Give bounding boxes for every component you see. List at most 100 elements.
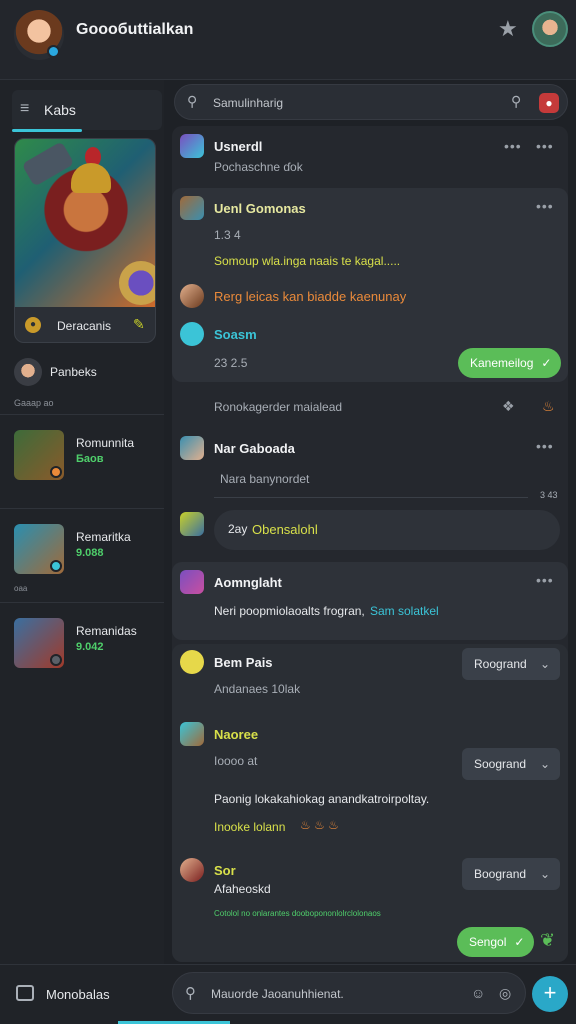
message-avatar [180, 196, 204, 220]
message-text: Obensalohl [252, 522, 318, 537]
message-sender: Aomnglaht [214, 575, 282, 590]
badge-icon [50, 466, 62, 478]
message-text: Afaheoskd [214, 882, 271, 896]
star-icon[interactable]: ★ [498, 16, 518, 42]
message-avatar [180, 570, 204, 594]
leaf-icon[interactable]: ❦ [540, 930, 556, 951]
message[interactable]: Bem Pais [180, 650, 450, 678]
divider [0, 414, 164, 415]
message-avatar [180, 436, 204, 460]
message-avatar [180, 858, 204, 882]
microphone-icon[interactable]: ◎ [499, 985, 511, 1002]
add-button[interactable]: + [532, 976, 568, 1012]
item-thumbnail [14, 524, 64, 574]
more-icon[interactable]: ••• [536, 138, 554, 154]
profile-avatar[interactable] [532, 11, 568, 47]
dropdown-label: Roogrand [474, 657, 527, 671]
badge-icon [50, 654, 62, 666]
search-bar[interactable]: ⚲ Samulinharig ⚲ ● [174, 84, 568, 120]
item-title: Romunnita [76, 436, 135, 450]
item-title: Remaritka [76, 530, 131, 544]
chevron-down-icon: ⌄ [539, 657, 550, 671]
message[interactable]: Uenl Gomonas [180, 196, 560, 224]
sidebar-user[interactable]: Panbeks Gaaap ao [14, 358, 164, 418]
reaction-icon[interactable]: ❖ [502, 398, 516, 415]
message-composer[interactable]: ⚲ Mauorde Jaoanuhhienat. ☺ ◎ [172, 972, 526, 1014]
message-text: Pochaschne ɗok [214, 160, 303, 174]
item-subtitle: 9.042 [76, 641, 104, 653]
message-prefix: 2ay [228, 522, 248, 536]
list-item[interactable]: Remanidas 9.042 [14, 618, 164, 676]
list-item[interactable]: Remaritka 9.088 oaa [14, 524, 164, 593]
search-icon[interactable]: ⚲ [511, 93, 521, 110]
top-bar: Gooобuttialkan ★ [0, 0, 576, 80]
search-icon: ⚲ [187, 93, 198, 109]
more-icon[interactable]: ••• [536, 438, 554, 454]
check-icon: ✓ [541, 356, 552, 370]
coin-icon: ● [25, 317, 41, 333]
system-message: Ronokagerder maialead [214, 400, 343, 414]
reply-field[interactable]: Nara banynordet [214, 464, 528, 498]
helmet-shape [71, 163, 111, 193]
emoji-icon[interactable]: ☺ [471, 985, 485, 1001]
message-avatar [180, 322, 204, 346]
hero-label: Deracanis [57, 319, 112, 333]
sidebar-tab[interactable]: ≡ Kabs [12, 90, 162, 132]
bottom-bar-label[interactable]: Monobalas [46, 987, 110, 1002]
message[interactable]: Rerg leicas kan biadde kaenunay [180, 284, 560, 312]
list-item[interactable]: Romunnita Баов [14, 430, 164, 488]
message-text: Paonig lokakahiokag anandkatroirpoltay. [214, 792, 430, 806]
message-link[interactable]: Sam solatkel [370, 604, 439, 618]
message[interactable]: Soasm [180, 322, 560, 350]
message-text: Neri poopmiolaoalts frogran, [214, 604, 365, 618]
message-sender: Naoree [214, 727, 259, 742]
search-icon: ⚲ [185, 985, 196, 1002]
dropdown-button[interactable]: Soogrand ⌄ [462, 748, 560, 780]
tab-indicator [12, 129, 82, 132]
message[interactable]: Nar Gaboada [180, 436, 560, 464]
sidebar-tab-label: Kabs [44, 102, 76, 118]
chevron-down-icon: ⌄ [539, 867, 550, 881]
dropdown-label: Soogrand [474, 757, 527, 771]
dropdown-button[interactable]: Boogrand ⌄ [462, 858, 560, 890]
more-icon[interactable]: ••• [536, 572, 554, 588]
message-sender: Uenl Gomonas [214, 201, 306, 216]
message[interactable]: Aomnglaht [180, 570, 560, 598]
hero-card[interactable]: ● Deracanis ✎ [14, 138, 156, 343]
more-icon[interactable]: ••• [536, 198, 554, 214]
message-sender: Sor [214, 863, 236, 878]
close-icon[interactable]: ● [539, 93, 559, 113]
fire-icon[interactable]: ♨ [542, 398, 556, 415]
message-text: Inooke lolann [214, 820, 286, 834]
search-placeholder: Samulinharig [213, 96, 284, 110]
accept-button[interactable]: Kanemeilog ✓ [458, 348, 562, 378]
message-text: Rerg leicas kan biadde kaenunay [214, 289, 407, 304]
message-bubble[interactable]: 2ay Obensalohl [214, 510, 560, 550]
message-avatar [180, 722, 204, 746]
send-button[interactable]: Sengol ✓ [457, 927, 535, 957]
message[interactable]: Usnerdl [180, 134, 560, 162]
divider [0, 508, 164, 509]
message-sender: Usnerdl [214, 139, 263, 154]
badge-icon [50, 560, 62, 572]
app-avatar[interactable] [14, 10, 64, 60]
item-subtitle: Баов [76, 453, 104, 465]
item-thumbnail [14, 430, 64, 480]
message-text: Somoup wla.inga naais te kagal..... [214, 254, 401, 268]
online-dot-icon [47, 45, 60, 58]
user-name: Panbeks [50, 365, 97, 379]
divider [0, 602, 164, 603]
camera-icon[interactable] [16, 985, 34, 1001]
message[interactable]: Naoree [180, 722, 450, 750]
message-avatar [180, 134, 204, 158]
dropdown-button[interactable]: Roogrand ⌄ [462, 648, 560, 680]
more-icon[interactable]: ••• [504, 138, 522, 154]
fire-icon: ♨ ♨ ♨ [300, 818, 339, 832]
edit-icon[interactable]: ✎ [133, 316, 145, 333]
item-thumbnail [14, 618, 64, 668]
item-meta: oaa [14, 584, 28, 593]
message-sender: Bem Pais [214, 655, 273, 670]
shield-shape [119, 261, 155, 305]
hero-footer: ● Deracanis ✎ [15, 307, 155, 342]
message-meta: Cotolol no onlarantes doobopononlolrclol… [214, 909, 381, 918]
